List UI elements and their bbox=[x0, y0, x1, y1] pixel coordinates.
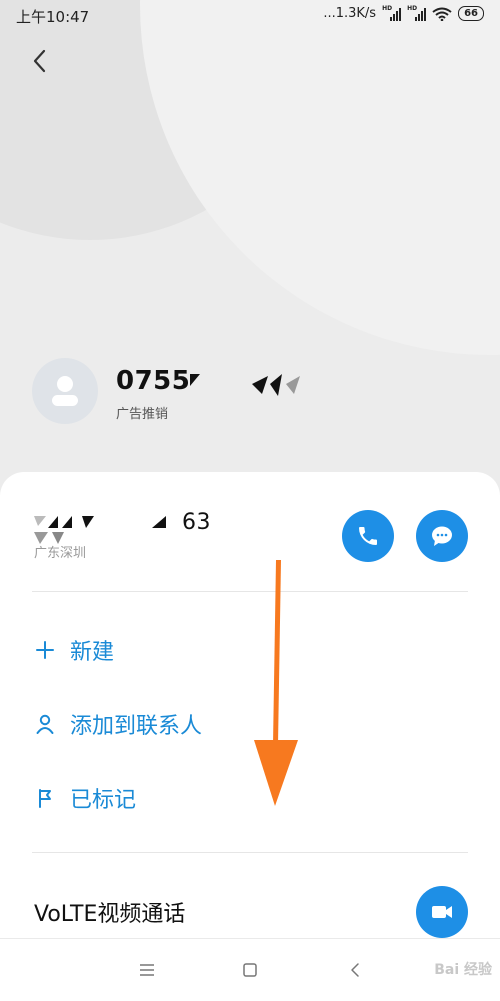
status-time: 上午10:47 bbox=[16, 8, 90, 26]
battery-indicator: 66 bbox=[458, 6, 484, 21]
caller-number: 0755 bbox=[116, 366, 191, 396]
signal-icon: HD bbox=[407, 5, 427, 21]
add-to-contacts-action[interactable]: 添加到联系人 bbox=[34, 708, 202, 740]
menu-icon bbox=[140, 964, 154, 976]
video-call-button[interactable] bbox=[416, 886, 468, 938]
back-button[interactable] bbox=[26, 46, 54, 76]
caller-tag: 广告推销 bbox=[116, 407, 169, 422]
navigation-bar: Bai 经验 bbox=[0, 938, 500, 1001]
action-label: 已标记 bbox=[70, 788, 137, 813]
message-button[interactable] bbox=[416, 510, 468, 562]
status-right: ...1.3K/s HD HD 66 bbox=[323, 5, 484, 21]
call-button[interactable] bbox=[342, 510, 394, 562]
signal-icon: HD bbox=[382, 5, 402, 21]
square-icon bbox=[243, 963, 257, 977]
phone-icon bbox=[359, 527, 377, 545]
recent-apps-button[interactable] bbox=[134, 957, 160, 983]
wifi-icon bbox=[432, 7, 452, 21]
message-icon bbox=[432, 526, 452, 546]
volte-video-call-label: VoLTE视频通话 bbox=[34, 902, 186, 927]
annotation-arrow bbox=[254, 560, 298, 806]
detail-number: 63 bbox=[182, 510, 211, 535]
video-camera-icon bbox=[432, 906, 452, 918]
home-button[interactable] bbox=[237, 957, 263, 983]
background-circle bbox=[140, 0, 500, 355]
avatar bbox=[32, 358, 98, 424]
status-bar: 上午10:47 ...1.3K/s HD HD 66 bbox=[0, 0, 500, 32]
chevron-left-icon bbox=[351, 963, 359, 977]
flag-icon bbox=[39, 789, 51, 808]
nav-back-button[interactable] bbox=[342, 957, 368, 983]
divider bbox=[32, 852, 468, 853]
detail-location: 广东深圳 bbox=[34, 546, 87, 561]
plus-icon bbox=[36, 641, 54, 659]
network-speed: ...1.3K/s bbox=[323, 6, 377, 21]
person-avatar-icon bbox=[52, 376, 78, 406]
person-icon bbox=[36, 714, 54, 734]
mark-action[interactable]: 已标记 bbox=[34, 782, 136, 814]
action-label: 新建 bbox=[70, 640, 115, 665]
watermark: Bai 经验 bbox=[434, 962, 492, 978]
redaction-mask bbox=[190, 374, 300, 396]
action-label: 添加到联系人 bbox=[70, 714, 203, 739]
new-contact-action[interactable]: 新建 bbox=[34, 634, 114, 666]
chevron-left-icon bbox=[33, 49, 46, 73]
